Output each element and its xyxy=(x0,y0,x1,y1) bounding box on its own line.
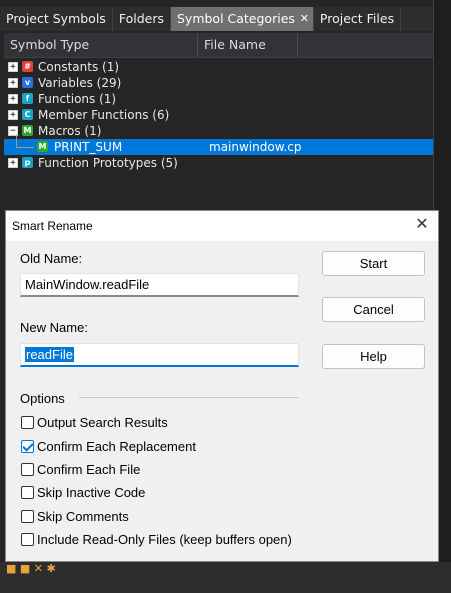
old-name-value: MainWindow.readFile xyxy=(25,277,150,292)
smart-rename-dialog: Smart Rename ✕ Old Name: MainWindow.read… xyxy=(5,210,439,562)
option-label[interactable]: Confirm Each Replacement xyxy=(37,439,196,454)
expand-icon[interactable]: + xyxy=(8,62,18,72)
option-label[interactable]: Skip Comments xyxy=(37,509,129,524)
tab-label: Symbol Categories xyxy=(176,11,295,26)
expand-icon[interactable]: + xyxy=(8,94,18,104)
member-function-icon: C xyxy=(22,109,33,120)
tree-label: PRINT_SUM xyxy=(54,140,123,154)
tree-label: Member Functions (6) xyxy=(38,108,170,122)
old-name-field[interactable]: MainWindow.readFile xyxy=(20,273,299,297)
file-name-cell: mainwindow.cp xyxy=(209,140,302,154)
tab-label: Project Files xyxy=(319,11,395,26)
close-icon[interactable]: ✕ xyxy=(412,215,432,235)
confirm-each-file-checkbox[interactable] xyxy=(21,463,34,476)
confirm-each-replacement-checkbox[interactable] xyxy=(21,440,34,453)
tree-connector xyxy=(16,147,34,148)
expand-icon[interactable]: + xyxy=(8,110,18,120)
new-name-field[interactable]: readFile xyxy=(20,343,299,367)
tree-label: Constants (1) xyxy=(38,60,120,74)
tree-label: Functions (1) xyxy=(38,92,117,106)
column-header: Symbol Type File Name xyxy=(4,33,434,58)
cancel-button[interactable]: Cancel xyxy=(322,297,425,322)
status-bar: ■ ■ ✕ ✱ xyxy=(0,562,451,593)
option-label[interactable]: Skip Inactive Code xyxy=(37,485,145,500)
option-label[interactable]: Output Search Results xyxy=(37,415,168,430)
tab-project-files[interactable]: Project Files xyxy=(313,7,402,31)
tree-label: Function Prototypes (5) xyxy=(38,156,178,170)
include-read-only-files-checkbox[interactable] xyxy=(21,533,34,546)
tree-row-functions[interactable]: + f Functions (1) xyxy=(4,91,434,107)
help-button[interactable]: Help xyxy=(322,344,425,369)
new-name-label: New Name: xyxy=(20,320,88,335)
variable-icon: v xyxy=(22,77,33,88)
output-search-results-checkbox[interactable] xyxy=(21,416,34,429)
dialog-title: Smart Rename xyxy=(12,219,93,233)
tree-row-member-functions[interactable]: + C Member Functions (6) xyxy=(4,107,434,123)
column-file-name[interactable]: File Name xyxy=(198,33,298,57)
skip-comments-checkbox[interactable] xyxy=(21,510,34,523)
tab-label: Folders xyxy=(118,11,164,26)
expand-icon[interactable]: + xyxy=(8,158,18,168)
close-tab-icon[interactable]: ✕ xyxy=(300,7,309,31)
tree-row-variables[interactable]: + v Variables (29) xyxy=(4,75,434,91)
tree-label: Variables (29) xyxy=(38,76,122,90)
tab-project-symbols[interactable]: Project Symbols xyxy=(0,7,113,31)
expand-icon[interactable]: + xyxy=(8,78,18,88)
options-group-label: Options xyxy=(20,391,65,406)
tree-row-macros[interactable]: − M Macros (1) xyxy=(4,123,434,139)
option-label[interactable]: Include Read-Only Files (keep buffers op… xyxy=(37,532,292,547)
start-button[interactable]: Start xyxy=(322,251,425,276)
old-name-label: Old Name: xyxy=(20,251,83,266)
column-symbol-type[interactable]: Symbol Type xyxy=(4,33,198,57)
tree-connector xyxy=(16,135,17,147)
option-label[interactable]: Confirm Each File xyxy=(37,462,140,477)
new-name-value: readFile xyxy=(25,347,74,362)
prototype-icon: p xyxy=(22,157,33,168)
tree-row-function-prototypes[interactable]: + p Function Prototypes (5) xyxy=(4,155,434,171)
skip-inactive-code-checkbox[interactable] xyxy=(21,486,34,499)
toolbar-icons: ■ ■ ✕ ✱ xyxy=(6,562,56,575)
function-icon: f xyxy=(22,93,33,104)
macro-icon: M xyxy=(37,141,48,152)
macro-icon: M xyxy=(22,125,33,136)
tree-row-constants[interactable]: + # Constants (1) xyxy=(4,59,434,75)
constant-icon: # xyxy=(22,61,33,72)
symbol-tree: + # Constants (1) + v Variables (29) + f… xyxy=(4,59,434,171)
tree-row-print-sum[interactable]: M PRINT_SUM mainwindow.cp xyxy=(4,135,434,155)
dialog-title-bar: Smart Rename ✕ xyxy=(6,211,438,241)
tab-symbol-categories[interactable]: Symbol Categories ✕ xyxy=(170,7,314,31)
options-divider xyxy=(79,397,299,398)
tab-label: Project Symbols xyxy=(6,11,106,26)
tree-label: Macros (1) xyxy=(38,124,102,138)
tab-bar: Project Symbols Folders Symbol Categorie… xyxy=(0,7,434,31)
tab-folders[interactable]: Folders xyxy=(112,7,171,31)
